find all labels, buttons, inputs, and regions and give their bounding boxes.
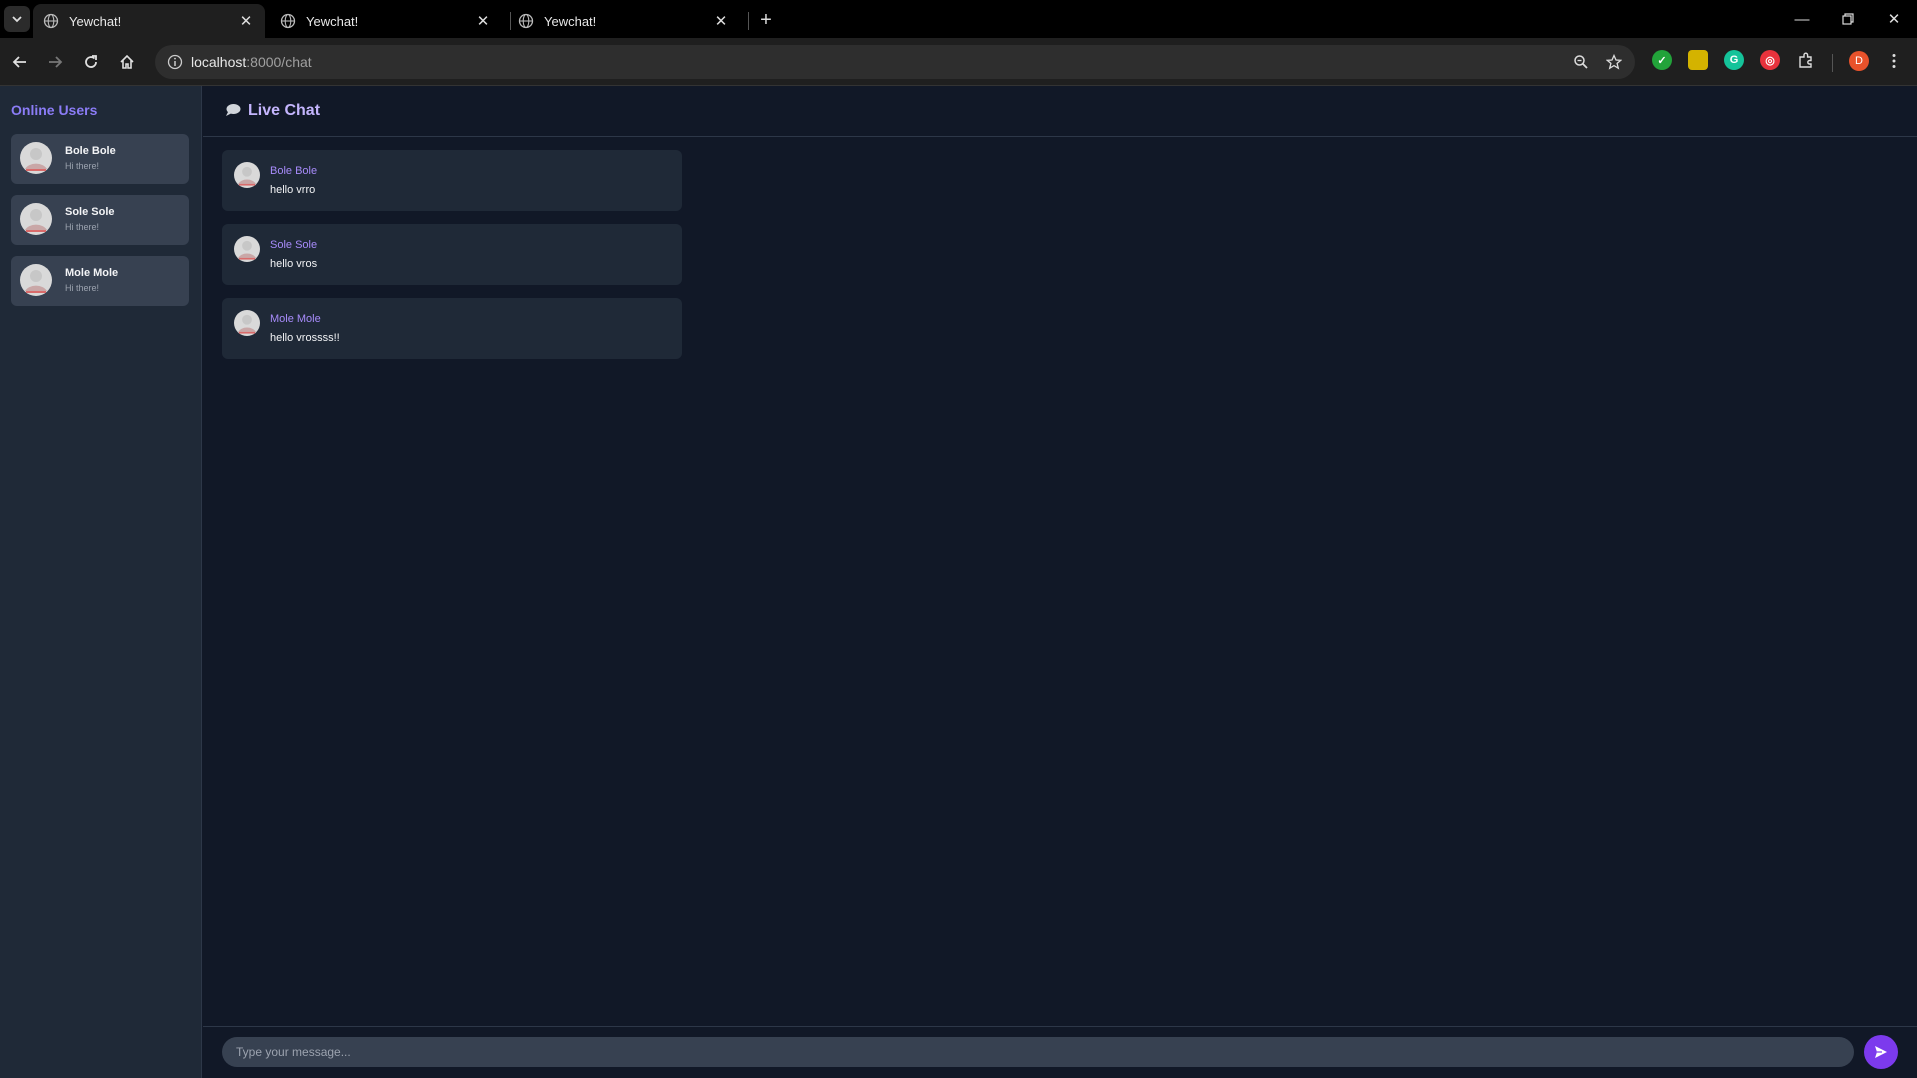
avatar xyxy=(20,142,52,174)
close-icon[interactable]: ✕ xyxy=(237,12,255,30)
speech-bubble-icon xyxy=(226,104,241,116)
arrow-left-icon xyxy=(12,56,26,68)
user-name: Sole Sole xyxy=(65,206,115,218)
arrow-right-icon xyxy=(49,56,63,68)
user-card[interactable]: Bole Bole Hi there! xyxy=(11,134,189,184)
globe-icon xyxy=(43,13,59,29)
user-name: Mole Mole xyxy=(65,267,119,279)
close-icon[interactable]: ✕ xyxy=(712,12,730,30)
avatar xyxy=(20,264,52,296)
url-text[interactable]: localhost:8000/chat xyxy=(191,54,312,70)
address-bar[interactable]: localhost:8000/chat xyxy=(155,45,1635,79)
sidebar-title: Online Users xyxy=(11,102,98,118)
close-window-button[interactable]: ✕ xyxy=(1871,0,1917,38)
user-status: Hi there! xyxy=(65,222,100,232)
message: Sole Sole hello vros xyxy=(222,224,682,285)
plus-icon: + xyxy=(760,8,772,31)
tab-list-button[interactable] xyxy=(4,6,30,32)
message-text: hello vros xyxy=(270,258,318,270)
new-tab-button[interactable]: + xyxy=(753,7,779,33)
message-input[interactable] xyxy=(222,1037,1854,1067)
online-users-sidebar: Online Users Bole Bole Hi there! Sole So… xyxy=(0,86,202,1078)
user-status: Hi there! xyxy=(65,283,100,293)
close-icon[interactable]: ✕ xyxy=(474,12,492,30)
kebab-menu-icon[interactable] xyxy=(1885,52,1903,70)
minimize-button[interactable]: — xyxy=(1779,0,1825,38)
extension-target-icon[interactable]: ◎ xyxy=(1760,50,1780,70)
grammarly-extension-icon[interactable]: G xyxy=(1724,50,1744,70)
toolbar-separator xyxy=(1832,54,1833,72)
send-button[interactable] xyxy=(1864,1035,1898,1069)
tab-title: Yewchat! xyxy=(69,13,122,29)
star-icon[interactable] xyxy=(1605,53,1623,71)
home-icon xyxy=(120,54,134,69)
tab-title: Yewchat! xyxy=(306,13,359,29)
user-name: Bole Bole xyxy=(65,145,116,157)
extension-check-icon[interactable]: ✓ xyxy=(1652,50,1672,70)
back-button[interactable] xyxy=(8,50,32,74)
send-icon xyxy=(1875,1046,1887,1058)
user-status: Hi there! xyxy=(65,161,100,171)
avatar xyxy=(234,310,260,336)
message: Mole Mole hello vrossss!! xyxy=(222,298,682,359)
profile-avatar[interactable]: D xyxy=(1849,51,1869,71)
message: Bole Bole hello vrro xyxy=(222,150,682,211)
globe-icon xyxy=(518,13,534,29)
user-card[interactable]: Sole Sole Hi there! xyxy=(11,195,189,245)
tab-separator xyxy=(748,12,749,30)
extensions-button[interactable] xyxy=(1796,50,1816,70)
minimize-icon: — xyxy=(1794,10,1810,28)
restore-button[interactable] xyxy=(1825,0,1871,38)
message-text: hello vrossss!! xyxy=(270,332,340,344)
chevron-down-icon xyxy=(12,16,22,23)
zoom-icon[interactable] xyxy=(1572,53,1590,71)
chat-app: Online Users Bole Bole Hi there! Sole So… xyxy=(0,86,1917,1078)
close-icon: ✕ xyxy=(1887,11,1901,28)
message-sender: Mole Mole xyxy=(270,313,321,325)
message-composer xyxy=(203,1026,1917,1078)
browser-tab[interactable]: Yewchat! ✕ xyxy=(33,4,265,38)
avatar xyxy=(234,236,260,262)
browser-tab-bar: Yewchat! ✕ Yewchat! ✕ Yewchat! ✕ + — ✕ xyxy=(0,0,1917,38)
info-icon[interactable] xyxy=(167,54,183,70)
chat-header: Live Chat xyxy=(203,86,1917,137)
tab-title: Yewchat! xyxy=(544,13,597,29)
restore-icon xyxy=(1842,13,1854,25)
home-button[interactable] xyxy=(115,50,139,74)
message-text: hello vrro xyxy=(270,184,316,196)
message-sender: Bole Bole xyxy=(270,165,318,177)
extension-image-icon[interactable] xyxy=(1688,50,1708,70)
user-card[interactable]: Mole Mole Hi there! xyxy=(11,256,189,306)
browser-tab[interactable]: Yewchat! ✕ xyxy=(508,4,740,38)
puzzle-icon xyxy=(1799,52,1812,68)
globe-icon xyxy=(280,13,296,29)
browser-tab[interactable]: Yewchat! ✕ xyxy=(270,4,502,38)
reload-icon xyxy=(85,55,97,68)
reload-button[interactable] xyxy=(79,50,103,74)
message-sender: Sole Sole xyxy=(270,239,318,251)
chat-title: Live Chat xyxy=(248,102,321,119)
avatar xyxy=(234,162,260,188)
url-path: :8000/chat xyxy=(246,54,312,70)
avatar xyxy=(20,203,52,235)
url-host: localhost xyxy=(191,54,247,70)
forward-button[interactable] xyxy=(43,50,67,74)
browser-toolbar: localhost:8000/chat ✓ G ◎ D xyxy=(0,38,1917,86)
